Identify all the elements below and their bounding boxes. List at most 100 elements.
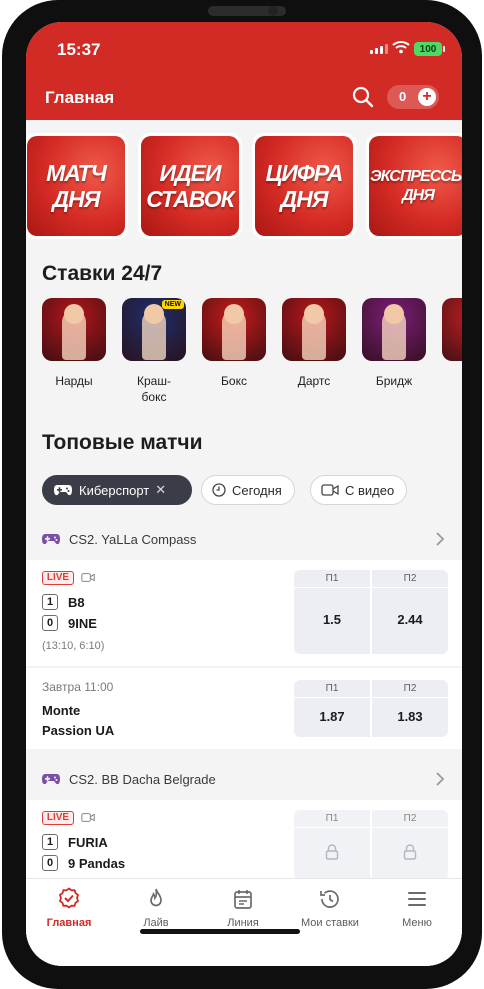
game-thumbnail xyxy=(282,298,346,361)
search-icon[interactable] xyxy=(351,85,375,109)
video-camera-icon xyxy=(81,813,95,822)
game-character-head xyxy=(144,304,164,324)
match-card[interactable]: LIVE 1 B8 0 9INE (13:10, 6:10) П1 1.5 П2… xyxy=(26,560,462,666)
history-icon xyxy=(320,890,339,908)
filter-with-video[interactable]: С видео xyxy=(310,475,408,505)
game-label: Бридж xyxy=(375,374,413,388)
nav-label: Меню xyxy=(402,917,432,929)
team-name: 9INE xyxy=(68,615,97,631)
filter-esports[interactable]: Киберспорт ✕ xyxy=(42,475,192,505)
nav-line[interactable]: Линия xyxy=(200,887,286,929)
match-card[interactable]: LIVE 1 FURIA 0 9 Pandas П1 П2 xyxy=(26,800,462,880)
chevron-right-icon[interactable] xyxy=(434,772,446,786)
top-matches-title: Топовые матчи xyxy=(42,431,203,454)
nav-label: Лайв xyxy=(143,917,169,929)
filter-today[interactable]: Сегодня xyxy=(201,475,295,505)
front-camera xyxy=(268,6,278,16)
nav-my-bets[interactable]: Мои ставки xyxy=(287,887,373,929)
team-name: Monte xyxy=(42,703,81,718)
team-row: 1 FURIA xyxy=(42,834,108,850)
odd-label: П2 xyxy=(372,680,448,698)
chevron-right-icon[interactable] xyxy=(434,532,446,546)
close-icon[interactable]: ✕ xyxy=(155,482,166,498)
odd-p1-button[interactable]: П1 1.5 xyxy=(294,570,370,654)
league-header[interactable]: CS2. BB Dacha Belgrade xyxy=(26,762,462,796)
nav-live[interactable]: Лайв xyxy=(113,887,199,929)
top-header: 15:37 100 Главная 0 + xyxy=(26,22,462,120)
video-camera-icon xyxy=(321,484,339,496)
game-crash-boxing[interactable]: NEW Краш- бокс xyxy=(122,298,186,405)
promo-match-of-day[interactable]: МАТЧ ДНЯ xyxy=(26,133,128,239)
game-label: Бокс xyxy=(221,374,247,388)
add-funds-icon[interactable]: + xyxy=(418,88,436,106)
match-score-detail: (13:10, 6:10) xyxy=(42,640,105,652)
video-camera-icon xyxy=(81,573,95,582)
app-screen: 15:37 100 Главная 0 + МАТЧ ДНЯ ИДЕИ СТАВ… xyxy=(26,22,462,966)
menu-icon xyxy=(408,892,426,906)
odd-p2-button[interactable]: П2 2.44 xyxy=(372,570,448,654)
game-thumbnail xyxy=(362,298,426,361)
promo-text: МАТЧ ДНЯ xyxy=(27,136,125,236)
promo-carousel[interactable]: МАТЧ ДНЯ ИДЕИ СТАВОК ЦИФРА ДНЯ ЭКСПРЕССЫ… xyxy=(26,133,462,239)
filter-label: С видео xyxy=(345,482,395,498)
team-score: 1 xyxy=(42,594,58,610)
promo-express-of-day[interactable]: ЭКСПРЕССЫ ДНЯ xyxy=(366,133,462,239)
team-row: 1 B8 xyxy=(42,594,85,610)
game-bridge[interactable]: Бридж xyxy=(362,298,426,389)
team-name: B8 xyxy=(68,594,85,610)
game-backgammon[interactable]: Нарды xyxy=(42,298,106,389)
league-name: CS2. YaLLa Compass xyxy=(69,531,197,547)
promo-bet-ideas[interactable]: ИДЕИ СТАВОК xyxy=(138,133,242,239)
odd-p2-button[interactable]: П2 xyxy=(372,810,448,880)
game-thumbnail xyxy=(202,298,266,361)
flame-icon xyxy=(150,888,162,907)
game-character-head xyxy=(64,304,84,324)
game-thumbnail xyxy=(442,298,462,361)
game-label: Бу N xyxy=(442,373,462,405)
odds-group: П1 1.5 П2 2.44 xyxy=(294,570,448,654)
promo-number-of-day[interactable]: ЦИФРА ДНЯ xyxy=(252,133,356,239)
calendar-icon xyxy=(234,890,252,909)
promo-text: ЦИФРА ДНЯ xyxy=(255,136,353,236)
odd-value: 2.44 xyxy=(397,612,423,627)
nav-home[interactable]: Главная xyxy=(26,887,112,929)
team-name: Passion UA xyxy=(42,723,115,738)
gamepad-icon xyxy=(42,774,60,785)
filter-label: Киберспорт xyxy=(79,482,150,498)
odd-value: 1.5 xyxy=(322,612,342,627)
game-boxing[interactable]: Бокс xyxy=(202,298,266,389)
new-badge: NEW xyxy=(161,300,184,309)
odd-p2-button[interactable]: П2 1.83 xyxy=(372,680,448,737)
nav-menu[interactable]: Меню xyxy=(374,887,460,929)
gamepad-icon xyxy=(42,534,60,545)
league-header[interactable]: CS2. YaLLa Compass xyxy=(26,522,462,556)
game-label: Нарды xyxy=(55,374,93,388)
team-score: 1 xyxy=(42,834,58,850)
game-label: Дартс xyxy=(297,374,331,388)
odd-value: 1.87 xyxy=(319,709,345,724)
odds-group: П1 П2 xyxy=(294,810,448,880)
promo-text: ЭКСПРЕССЫ ДНЯ xyxy=(369,136,462,236)
team-score: 0 xyxy=(42,855,58,871)
nav-label: Главная xyxy=(46,917,92,929)
signal-icon xyxy=(370,44,388,54)
odds-group: П1 1.87 П2 1.83 xyxy=(294,680,448,737)
gamepad-icon xyxy=(54,485,72,496)
clock-icon xyxy=(212,483,226,497)
match-start-time: Завтра 11:00 xyxy=(42,680,114,694)
balance-button[interactable]: 0 + xyxy=(387,85,439,109)
odd-label: П1 xyxy=(294,570,370,588)
game-more[interactable]: Бу N xyxy=(442,298,462,405)
game-character-head xyxy=(224,304,244,324)
match-card[interactable]: Завтра 11:00 Monte Passion UA П1 1.87 П2… xyxy=(26,668,462,749)
game-darts[interactable]: Дартс xyxy=(282,298,346,389)
bottom-navigation: Главная Лайв Линия Мои ставки Меню xyxy=(26,878,462,966)
page-title: Главная xyxy=(45,88,115,107)
team-name: 9 Pandas xyxy=(68,855,126,871)
game-thumbnail: NEW xyxy=(122,298,186,361)
odd-label: П2 xyxy=(372,570,448,588)
odd-p1-button[interactable]: П1 1.87 xyxy=(294,680,370,737)
nav-label: Мои ставки xyxy=(301,917,359,929)
odd-p1-button[interactable]: П1 xyxy=(294,810,370,880)
games-section-title: Ставки 24/7 xyxy=(42,262,163,285)
